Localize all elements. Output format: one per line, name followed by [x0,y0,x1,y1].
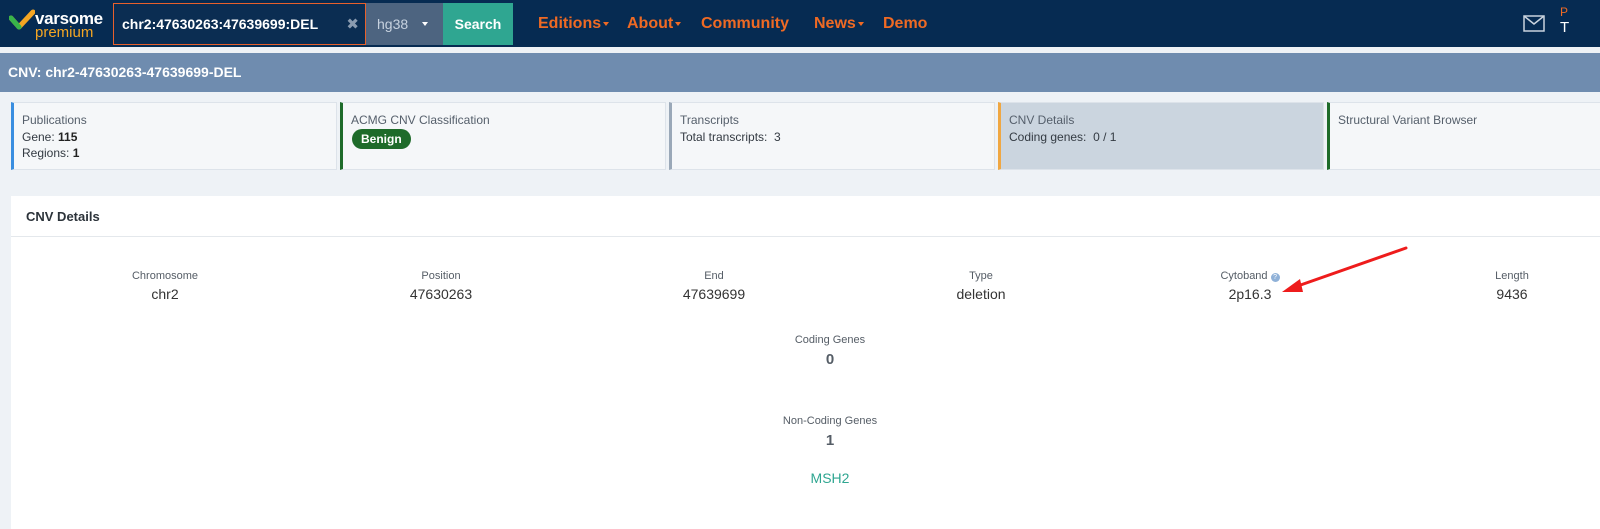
search-box: ✖ [113,3,366,45]
gene-link-msh2[interactable]: MSH2 [750,470,910,486]
gene-label: Gene: [22,130,55,144]
card-transcripts-title: Transcripts [680,113,739,127]
check-logo-icon [9,9,35,30]
classification-badge: Benign [352,129,411,149]
end-value: 47639699 [682,286,746,302]
coding-genes-label: Coding Genes [794,334,866,346]
card-acmg-title: ACMG CNV Classification [351,113,490,127]
genome-select[interactable]: hg38 [366,3,443,45]
coding-genes-value: 0 [825,351,835,368]
transcripts-label: Total transcripts: [680,130,768,144]
card-cnv-details-title: CNV Details [1009,113,1075,127]
card-sv-browser-title: Structural Variant Browser [1338,113,1478,127]
nav-editions[interactable]: Editions [538,15,610,33]
card-cnv-details[interactable]: CNV Details Coding genes: 0 / 1 [998,102,1324,170]
varsome-logo[interactable]: varsome premium [9,7,109,41]
nav-community-label: Community [701,15,789,32]
position-label: Position [421,270,461,282]
nav-about-label: About [627,15,674,32]
nav-news-label: News [814,15,856,32]
card-transcripts[interactable]: Transcripts Total transcripts: 3 [669,102,995,170]
regions-count: 1 [72,146,80,160]
nav-news[interactable]: News [814,15,864,33]
regions-label: Regions: [22,146,70,160]
coding-genes-label: Coding genes: [1009,130,1087,144]
nav-about[interactable]: About [627,15,682,33]
user-menu-line1[interactable]: P [1560,6,1568,19]
search-input[interactable] [114,4,339,43]
type-label: Type [969,270,993,282]
logo-edition: premium [35,24,94,41]
nav-community[interactable]: Community [701,15,789,33]
user-menu-line2[interactable]: T [1560,20,1569,35]
page-title: CNV: chr2-47630263-47639699-DEL [8,64,242,80]
caret-down-icon [857,21,864,26]
card-acmg[interactable]: ACMG CNV Classification Benign [340,102,666,170]
length-label: Length [1495,270,1529,282]
non-coding-genes-label: Non-Coding Genes [782,415,878,427]
card-sv-browser[interactable]: Structural Variant Browser [1327,102,1600,170]
page-title-bar: CNV: chr2-47630263-47639699-DEL [0,53,1600,92]
transcripts-total: Total transcripts: 3 [680,130,781,144]
annotation-arrow-icon [1282,246,1408,292]
length-value: 9436 [1496,286,1528,302]
end-label: End [704,270,724,282]
genome-selected: hg38 [377,16,409,32]
panel-header: CNV Details [11,196,1600,237]
search-button[interactable]: Search [443,3,513,45]
caret-down-icon [422,22,428,26]
clear-icon[interactable]: ✖ [346,15,359,33]
transcripts-count: 3 [774,130,781,144]
top-navbar: varsome premium ✖ hg38 Search Editions A… [0,0,1600,47]
coding-genes-summary: Coding genes: 0 / 1 [1009,130,1116,144]
card-publications-title: Publications [22,113,87,127]
panel-title: CNV Details [26,209,100,224]
nav-demo-label: Demo [883,15,928,32]
coding-genes-count: 0 / 1 [1093,130,1117,144]
card-publications[interactable]: Publications Gene: 115 Regions: 1 [11,102,337,170]
publications-regions: Regions: 1 [22,146,79,160]
cytoband-label-text: Cytoband [1220,270,1268,282]
caret-down-icon [603,21,610,26]
type-value: deletion [956,286,1006,302]
publications-gene: Gene: 115 [22,130,77,144]
nav-editions-label: Editions [538,15,602,32]
non-coding-genes-value: 1 [825,432,835,449]
position-value: 47630263 [409,286,473,302]
nav-demo[interactable]: Demo [883,15,927,33]
gene-count: 115 [58,130,78,144]
mail-icon[interactable] [1523,15,1545,32]
caret-down-icon [675,21,682,26]
chromosome-label: Chromosome [131,270,199,282]
chromosome-value: chr2 [151,286,179,302]
